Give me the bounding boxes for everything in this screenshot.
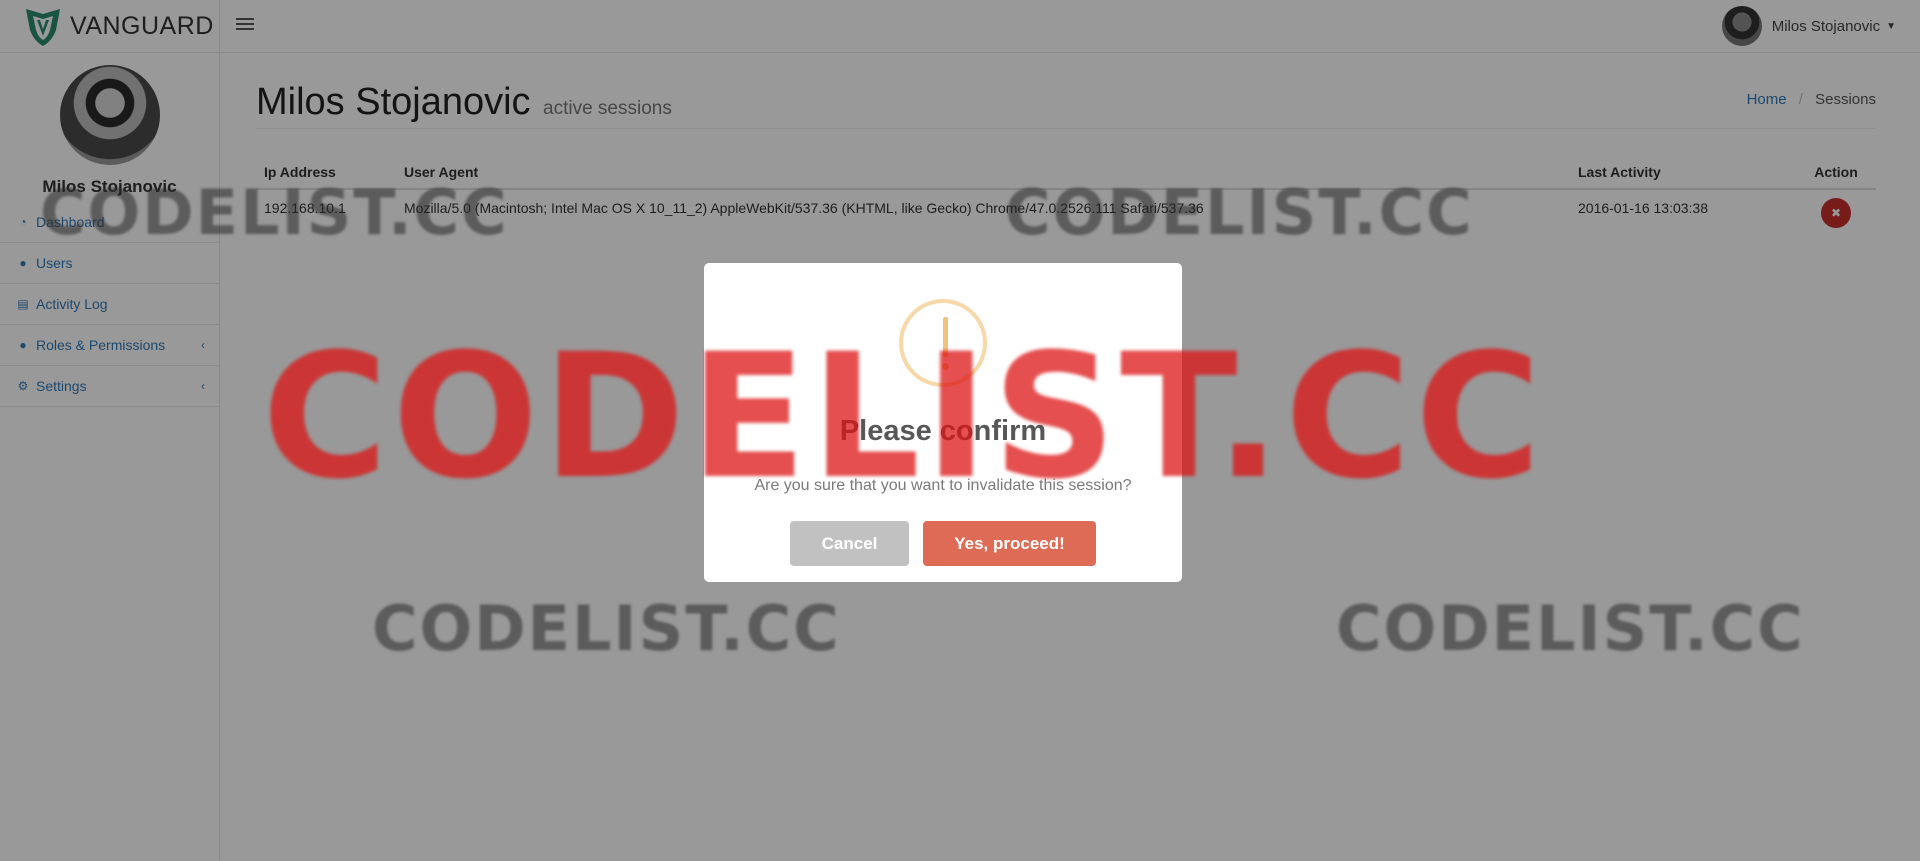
dialog-message: Are you sure that you want to invalidate… [754, 477, 1132, 494]
confirm-button[interactable]: Yes, proceed! [923, 521, 1096, 566]
dialog-title: Please confirm [839, 415, 1047, 447]
cancel-button[interactable]: Cancel [790, 521, 909, 566]
warning-icon [899, 299, 987, 387]
confirm-dialog: Please confirm Are you sure that you wan… [704, 263, 1182, 582]
dialog-buttons: Cancel Yes, proceed! [704, 521, 1182, 566]
